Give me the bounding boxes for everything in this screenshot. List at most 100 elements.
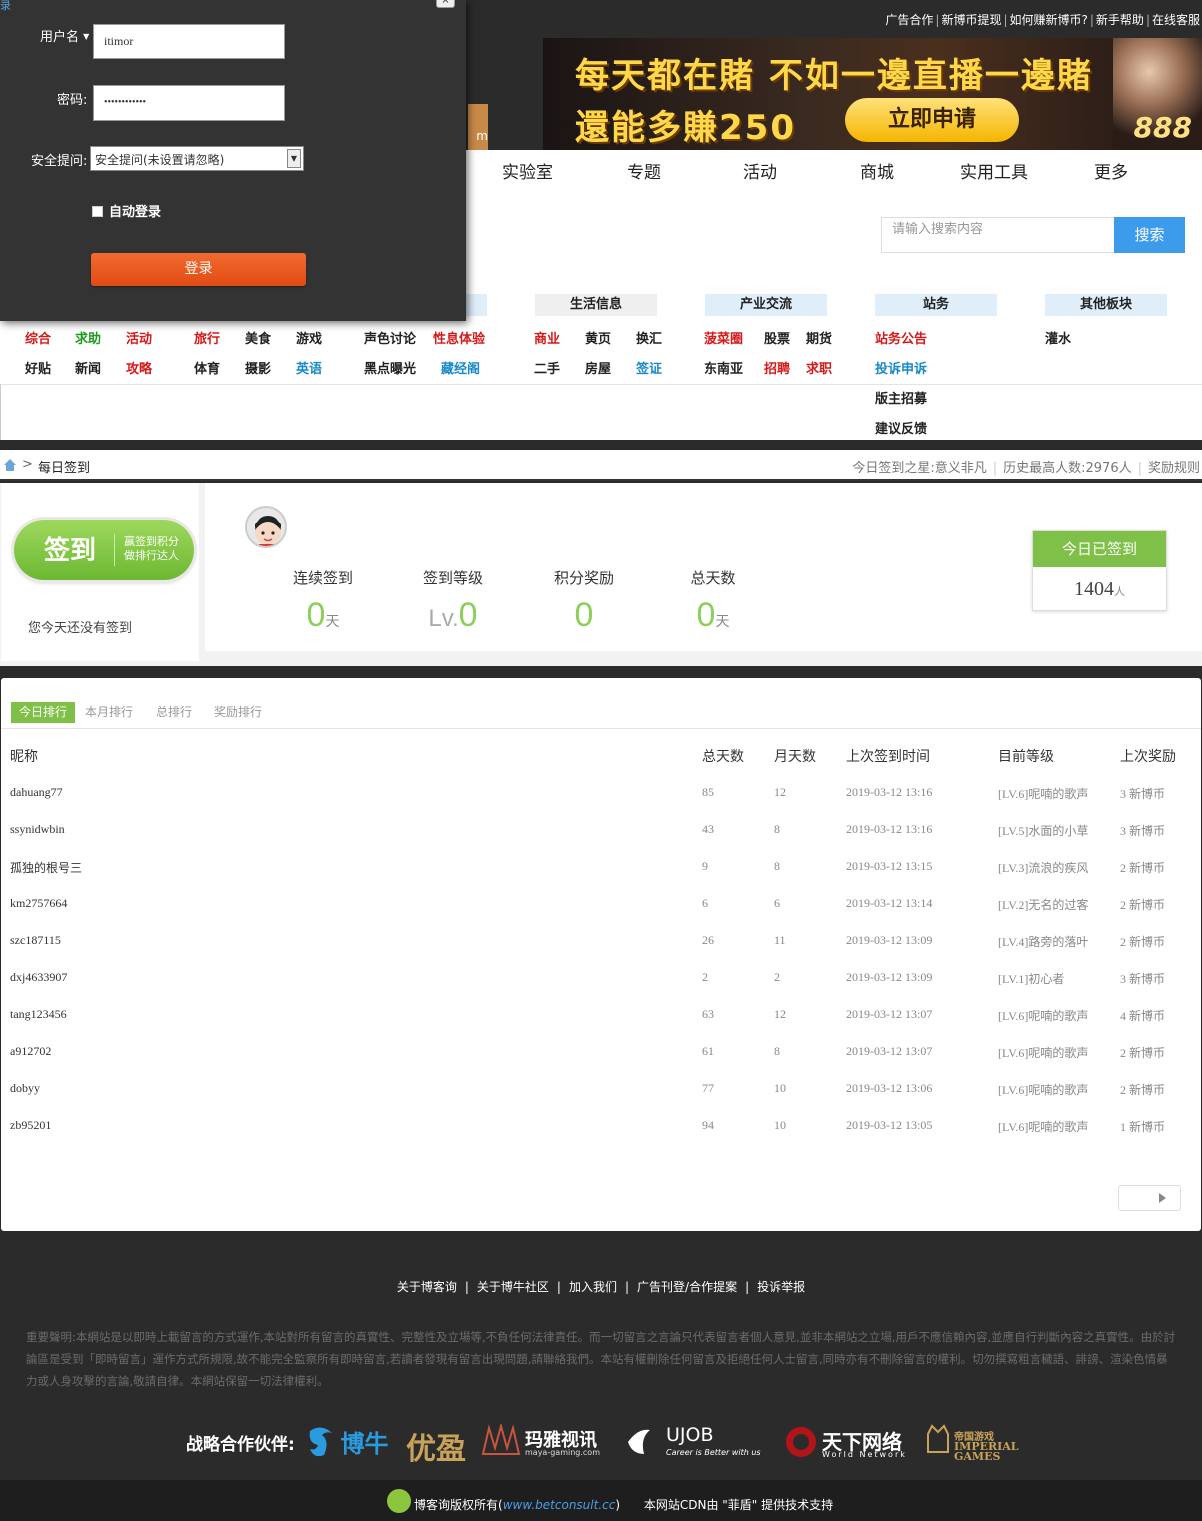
security-question-select[interactable]: 安全提问(未设置请忽略) ▼ [90,146,304,171]
category-header-partial [466,294,487,316]
avatar[interactable] [245,506,287,548]
forum-link[interactable]: 股票 [764,328,790,347]
row-reward: 2 新博币 [1120,1046,1166,1060]
site-url-link[interactable]: www.betconsult.cc [503,1498,616,1512]
link-withdraw[interactable]: 新博币提现 [941,13,1001,27]
forum-link[interactable]: 黑点曝光 [364,358,416,377]
row-level: [LV.4]路旁的落叶 [998,935,1089,949]
forum-link[interactable]: 黄页 [585,328,611,347]
nav-mall[interactable]: 商城 [860,158,894,183]
close-icon[interactable]: × [436,0,455,8]
footer-link[interactable]: 关于博牛社区 [477,1280,549,1294]
username-label[interactable]: 用户名 ▼ [40,26,89,45]
auto-login-label[interactable]: 自动登录 [109,201,161,220]
forum-link[interactable]: 建议反馈 [875,418,927,437]
nav-lab[interactable]: 实验室 [502,158,553,183]
footer-link[interactable]: 关于博客询 [397,1280,457,1294]
category-header-other: 其他板块 [1045,294,1167,316]
link-earn-coins[interactable]: 如何赚新博币? [1010,13,1088,27]
row-nickname[interactable]: szc187115 [10,933,61,948]
row-nickname[interactable]: dxj4633907 [10,970,67,985]
tab-total[interactable]: 总排行 [148,702,200,723]
ad-banner[interactable]: 每天都在賭 不如一邊直播一邊賭 還能多賺250 立即申请 888 [543,38,1202,150]
login-button[interactable]: 登录 [91,253,306,286]
row-nickname[interactable]: km2757664 [10,896,67,911]
password-input[interactable]: •••••••••••• [93,85,285,121]
row-level: [LV.2]无名的过客 [998,898,1089,912]
row-nickname[interactable]: dahuang77 [10,785,63,800]
tab-month[interactable]: 本月排行 [77,702,141,723]
row-nickname[interactable]: ssynidwbin [10,822,65,837]
partner-youying-logo[interactable]: 优盈 [406,1424,466,1467]
sign-in-button[interactable]: 签到 赢签到积分 做排行达人 [14,520,194,580]
forum-link[interactable]: 活动 [126,328,152,347]
tab-reward[interactable]: 奖励排行 [206,702,270,723]
tab-today[interactable]: 今日排行 [11,702,76,723]
forum-link[interactable]: 站务公告 [875,328,927,347]
nav-topics[interactable]: 专题 [627,158,661,183]
search-input[interactable]: 请输入搜索内容 [881,217,1115,253]
forum-link[interactable]: 新闻 [75,358,101,377]
forum-link[interactable]: 体育 [194,358,220,377]
forum-link[interactable]: 综合 [25,328,51,347]
category-header-site: 站务 [875,294,997,316]
row-nickname[interactable]: zb95201 [10,1118,51,1133]
partner-world-network-logo[interactable]: 天下网络 World Network [784,1424,905,1460]
link-ad-cooperation[interactable]: 广告合作 [885,13,933,27]
auto-login-checkbox[interactable] [92,206,103,217]
footer-link[interactable]: 加入我们 [569,1280,617,1294]
forum-link[interactable]: 求职 [806,358,832,377]
partner-boniu-logo[interactable]: 博牛 [306,1424,389,1460]
nav-activities[interactable]: 活动 [743,158,777,183]
forum-link[interactable]: 签证 [636,358,662,377]
partner-maya-logo[interactable]: 玛雅视讯 maya-gaming.com [481,1422,600,1460]
forum-link[interactable]: 声色讨论 [364,328,416,347]
forum-link[interactable]: 好贴 [25,358,51,377]
forum-link[interactable]: 菠菜圈 [704,328,743,347]
forum-link[interactable]: 攻略 [126,358,152,377]
search-button[interactable]: 搜索 [1114,217,1185,253]
forum-link[interactable]: 房屋 [585,358,611,377]
banner-apply-button[interactable]: 立即申请 [845,98,1019,142]
nav-tools[interactable]: 实用工具 [960,158,1028,183]
next-page-button[interactable] [1118,1185,1181,1211]
forum-link[interactable]: 商业 [534,328,560,347]
row-nickname[interactable]: tang123456 [10,1007,67,1022]
forum-link[interactable]: 美食 [245,328,271,347]
row-nickname[interactable]: 孤独的根号三 [10,859,82,876]
forum-link[interactable]: 东南亚 [704,358,743,377]
row-nickname[interactable]: dobyy [10,1081,40,1096]
row-month-days: 8 [774,822,780,836]
link-newbie-help[interactable]: 新手帮助 [1096,13,1144,27]
forum-link[interactable]: 性息体验 [433,328,485,347]
nav-more[interactable]: 更多 [1094,158,1128,183]
avatar-image [247,508,285,546]
partner-imperial-games-logo[interactable]: 帝国游戏 IMPERIAL GAMES [924,1424,1019,1462]
footer-link[interactable]: 广告刊登/合作提案 [637,1280,737,1294]
forum-link[interactable]: 二手 [534,358,560,377]
footer-link[interactable]: 投诉举报 [757,1280,805,1294]
forum-link[interactable]: 期货 [806,328,832,347]
forum-link[interactable]: 招聘 [764,358,790,377]
home-icon[interactable] [3,458,17,472]
forum-link[interactable]: 灌水 [1045,328,1071,347]
username-input[interactable]: itimor [93,24,285,59]
row-last-time: 2019-03-12 13:05 [846,1118,933,1132]
forum-link[interactable]: 换汇 [636,328,662,347]
forum-link[interactable]: 游戏 [296,328,322,347]
forum-link[interactable]: 投诉申诉 [875,358,927,377]
copyright-bar: 博客询版权所有(www.betconsult.cc) 本网站CDN由 "菲盾" … [0,1480,1202,1521]
forum-link[interactable]: 英语 [296,358,322,377]
forum-link[interactable]: 版主招募 [875,388,927,407]
reward-rules-link[interactable]: 奖励规则 [1148,461,1200,476]
password-label: 密码: [57,93,88,108]
partner-ujob-logo[interactable]: UJOB Career is Better with us [624,1424,761,1460]
link-online-service[interactable]: 在线客服 [1152,13,1200,27]
site-logo-icon [387,1489,411,1513]
row-last-time: 2019-03-12 13:15 [846,859,933,873]
forum-link[interactable]: 藏经阁 [441,358,480,377]
forum-link[interactable]: 摄影 [245,358,271,377]
row-nickname[interactable]: a912702 [10,1044,51,1059]
forum-link[interactable]: 旅行 [194,328,220,347]
forum-link[interactable]: 求助 [75,328,101,347]
